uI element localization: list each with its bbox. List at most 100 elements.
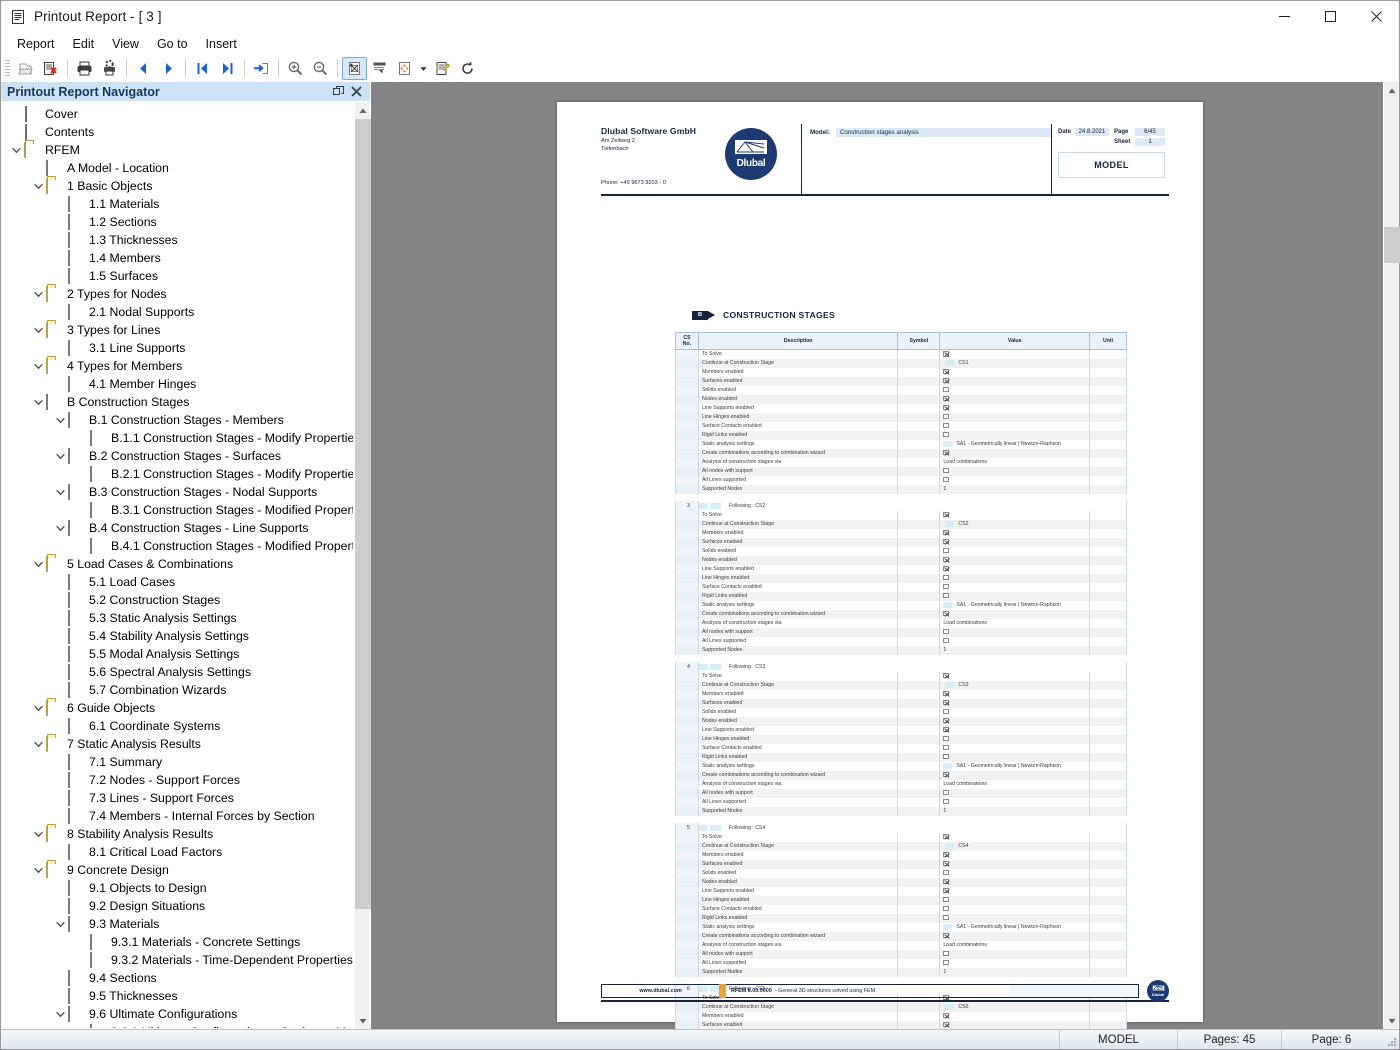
tree-scroll-track[interactable] — [355, 119, 371, 1012]
expand-collapse-chevron-icon[interactable] — [52, 915, 68, 933]
tree-node[interactable]: 9 Concrete Design — [2, 861, 353, 879]
tree-node[interactable]: 9.4 Sections — [2, 969, 353, 987]
edit-report-icon[interactable] — [430, 57, 455, 80]
expand-collapse-chevron-icon[interactable] — [30, 825, 46, 843]
expand-collapse-chevron-icon[interactable] — [52, 483, 68, 501]
previous-page-icon[interactable] — [131, 57, 156, 80]
menu-item-edit[interactable]: Edit — [65, 35, 103, 53]
toolbar-grip[interactable] — [5, 59, 10, 77]
expand-collapse-chevron-icon[interactable] — [30, 321, 46, 339]
viewer-scroll-up-arrow-icon[interactable] — [1384, 82, 1399, 99]
tree-node[interactable]: 9.6.1 Ultimate Configurations - Settings… — [2, 1023, 353, 1028]
close-button[interactable] — [1353, 1, 1399, 33]
expand-collapse-chevron-icon[interactable] — [30, 555, 46, 573]
tree-node[interactable]: 3 Types for Lines — [2, 321, 353, 339]
expand-collapse-chevron-icon[interactable] — [30, 735, 46, 753]
maximize-button[interactable] — [1307, 1, 1353, 33]
expand-collapse-chevron-icon[interactable] — [52, 1005, 68, 1023]
tree-node[interactable]: 3.1 Line Supports — [2, 339, 353, 357]
refresh-icon[interactable] — [455, 57, 480, 80]
tree-node[interactable]: 5.2 Construction Stages — [2, 591, 353, 609]
tree-node[interactable]: 2 Types for Nodes — [2, 285, 353, 303]
tree-node[interactable]: 1.4 Members — [2, 249, 353, 267]
tree-node[interactable]: 5 Load Cases & Combinations — [2, 555, 353, 573]
tree-node[interactable]: 9.6 Ultimate Configurations — [2, 1005, 353, 1023]
tree-node[interactable]: B.4.1 Construction Stages - Modified Pro… — [2, 537, 353, 555]
tree-node[interactable]: RFEM — [2, 141, 353, 159]
tree-node[interactable]: B.2.1 Construction Stages - Modify Prope… — [2, 465, 353, 483]
page-layout-icon[interactable] — [367, 57, 392, 80]
tree-node[interactable]: B.1.1 Construction Stages - Modify Prope… — [2, 429, 353, 447]
scroll-up-arrow-icon[interactable] — [355, 102, 370, 119]
close-icon[interactable] — [348, 84, 364, 100]
expand-collapse-chevron-icon[interactable] — [30, 699, 46, 717]
go-to-page-icon[interactable] — [249, 57, 274, 80]
tree-node[interactable]: B.3 Construction Stages - Nodal Supports — [2, 483, 353, 501]
tree-node[interactable]: 7.2 Nodes - Support Forces — [2, 771, 353, 789]
tree-node[interactable]: B.4 Construction Stages - Line Supports — [2, 519, 353, 537]
tree-node[interactable]: B Construction Stages — [2, 393, 353, 411]
tree-node[interactable]: 8.1 Critical Load Factors — [2, 843, 353, 861]
page-setup-dropdown-icon[interactable] — [417, 57, 430, 80]
scroll-down-arrow-icon[interactable] — [355, 1012, 370, 1029]
open-report-icon[interactable] — [13, 57, 38, 80]
expand-collapse-chevron-icon[interactable] — [52, 447, 68, 465]
expand-collapse-chevron-icon[interactable] — [30, 177, 46, 195]
undock-icon[interactable] — [330, 84, 346, 100]
page-setup-icon[interactable] — [392, 57, 417, 80]
tree-node[interactable]: B.3.1 Construction Stages - Modified Pro… — [2, 501, 353, 519]
tree-node[interactable]: 9.3 Materials — [2, 915, 353, 933]
tree-node[interactable]: 1.3 Thicknesses — [2, 231, 353, 249]
tree-node[interactable]: 2.1 Nodal Supports — [2, 303, 353, 321]
tree-node[interactable]: 6.1 Coordinate Systems — [2, 717, 353, 735]
tree-node[interactable]: 5.6 Spectral Analysis Settings — [2, 663, 353, 681]
expand-collapse-chevron-icon[interactable] — [30, 393, 46, 411]
tree-node[interactable]: 9.3.2 Materials - Time-Dependent Propert… — [2, 951, 353, 969]
tree-node[interactable]: 5.4 Stability Analysis Settings — [2, 627, 353, 645]
tree-node[interactable]: 5.7 Combination Wizards — [2, 681, 353, 699]
tree-node[interactable]: 5.3 Static Analysis Settings — [2, 609, 353, 627]
tree-node[interactable]: 4 Types for Members — [2, 357, 353, 375]
tree-node[interactable]: 1.1 Materials — [2, 195, 353, 213]
tree-node[interactable]: 7.4 Members - Internal Forces by Section — [2, 807, 353, 825]
expand-collapse-chevron-icon[interactable] — [30, 861, 46, 879]
tree-node[interactable]: 4.1 Member Hinges — [2, 375, 353, 393]
tree-node[interactable]: 9.2 Design Situations — [2, 897, 353, 915]
minimize-button[interactable] — [1261, 1, 1307, 33]
tree-node[interactable]: 6 Guide Objects — [2, 699, 353, 717]
expand-collapse-chevron-icon[interactable] — [30, 357, 46, 375]
last-page-icon[interactable] — [215, 57, 240, 80]
zoom-in-icon[interactable] — [283, 57, 308, 80]
tree-node[interactable]: 5.1 Load Cases — [2, 573, 353, 591]
tree-node[interactable]: 1.5 Surfaces — [2, 267, 353, 285]
delete-report-icon[interactable] — [38, 57, 63, 80]
expand-collapse-chevron-icon[interactable] — [8, 141, 24, 159]
tree-node[interactable]: A Model - Location — [2, 159, 353, 177]
zoom-out-icon[interactable] — [308, 57, 333, 80]
tree-node[interactable]: 8 Stability Analysis Results — [2, 825, 353, 843]
expand-collapse-chevron-icon[interactable] — [52, 519, 68, 537]
expand-collapse-chevron-icon[interactable] — [30, 285, 46, 303]
tree-node[interactable]: 5.5 Modal Analysis Settings — [2, 645, 353, 663]
tree-node[interactable]: 7.3 Lines - Support Forces — [2, 789, 353, 807]
page-area[interactable]: Dlubal Software GmbH Am Zellweg 2 Tiefen… — [371, 82, 1383, 1029]
next-page-icon[interactable] — [156, 57, 181, 80]
tree-node[interactable]: 1.2 Sections — [2, 213, 353, 231]
menu-item-view[interactable]: View — [104, 35, 147, 53]
menu-item-goto[interactable]: Go to — [149, 35, 196, 53]
tree-node[interactable]: 1 Basic Objects — [2, 177, 353, 195]
tree-node[interactable]: Contents — [2, 123, 353, 141]
fit-page-icon[interactable] — [342, 56, 367, 80]
report-tree[interactable]: Cover Contents RFEM A Model - Location 1 Bas… — [1, 102, 354, 1029]
print-icon[interactable] — [72, 57, 97, 80]
print-settings-icon[interactable] — [97, 57, 122, 80]
resize-grip-icon[interactable] — [1381, 1030, 1399, 1049]
tree-node[interactable]: 9.5 Thicknesses — [2, 987, 353, 1005]
tree-node[interactable]: 7 Static Analysis Results — [2, 735, 353, 753]
menu-item-insert[interactable]: Insert — [198, 35, 245, 53]
viewer-scroll-track[interactable] — [1384, 99, 1400, 1012]
tree-node[interactable]: 7.1 Summary — [2, 753, 353, 771]
viewer-scroll-down-arrow-icon[interactable] — [1384, 1012, 1399, 1029]
tree-vertical-scrollbar[interactable] — [354, 102, 371, 1029]
expand-collapse-chevron-icon[interactable] — [52, 411, 68, 429]
